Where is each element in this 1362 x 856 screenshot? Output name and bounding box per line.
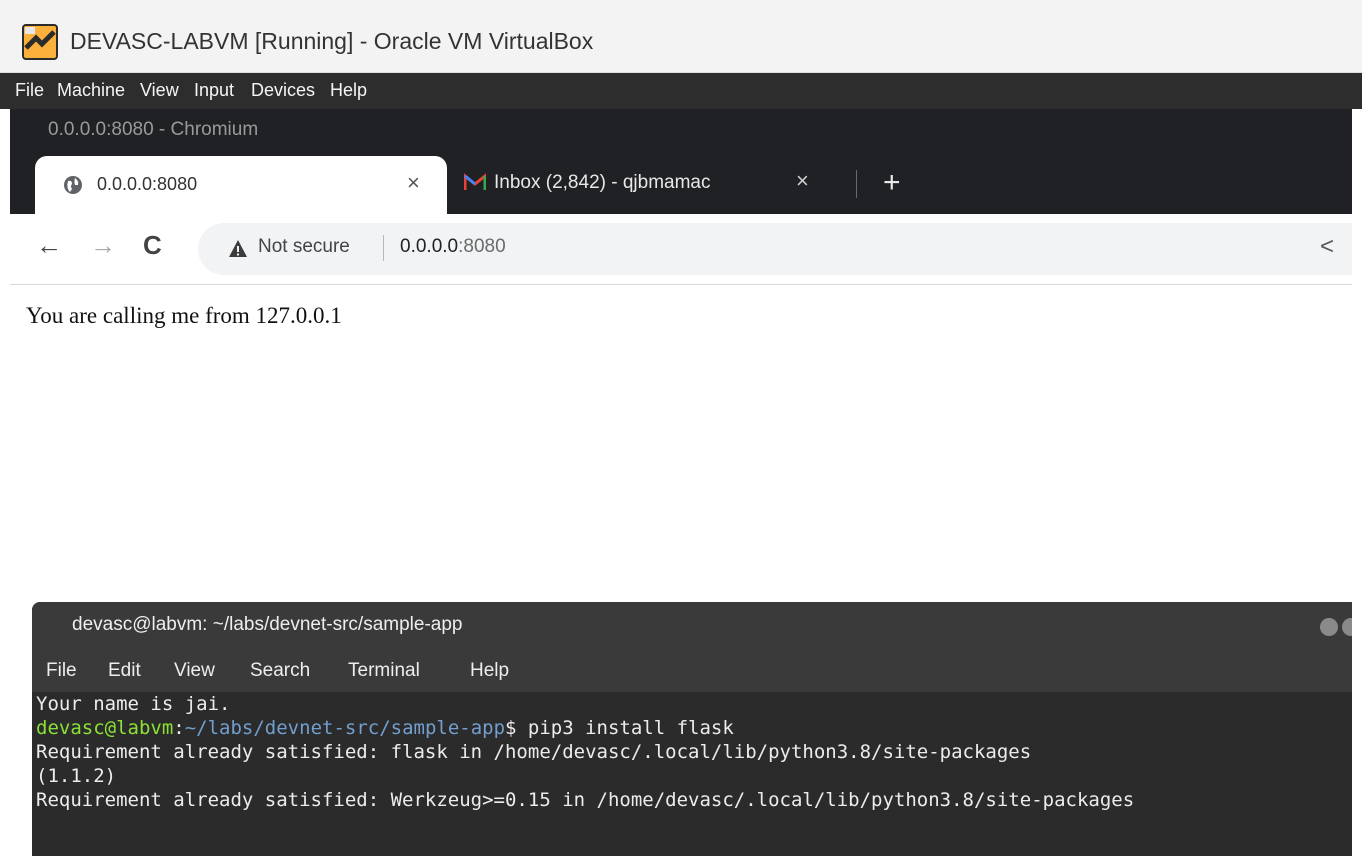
menu-devices[interactable]: Devices [251, 80, 315, 101]
terminal-line: (1.1.2) [36, 765, 117, 787]
virtualbox-title-bar: DEVASC-LABVM [Running] - Oracle VM Virtu… [0, 0, 1362, 73]
guest-display: 0.0.0.0:8080 - Chromium 0.0.0.0:8080 × I… [0, 109, 1352, 856]
terminal-menu-search[interactable]: Search [250, 660, 310, 682]
tab-close-button[interactable]: × [407, 170, 420, 196]
url-separator [383, 235, 384, 261]
virtualbox-icon [22, 24, 58, 60]
url-port: :8080 [458, 236, 506, 257]
tab-label: 0.0.0.0:8080 [97, 174, 198, 194]
terminal-title-bar[interactable]: devasc@labvm: ~/labs/devnet-src/sample-a… [32, 602, 1352, 650]
terminal-menu-help[interactable]: Help [470, 660, 509, 682]
tab-close-button[interactable]: × [796, 168, 809, 194]
chromium-window-title: 0.0.0.0:8080 - Chromium [48, 119, 259, 140]
prompt-user: devasc@labvm [36, 717, 174, 739]
terminal-output[interactable]: Your name is jai. devasc@labvm:~/labs/dev… [36, 692, 1352, 856]
url-host: 0.0.0.0 [400, 236, 459, 257]
maximize-button[interactable] [1342, 618, 1352, 636]
tab-label: Inbox (2,842) - qjbmamac [494, 172, 711, 193]
share-icon[interactable]: < [1320, 233, 1334, 261]
terminal-line: Your name is jai. [36, 693, 231, 715]
chromium-tab-strip: 0.0.0.0:8080 - Chromium 0.0.0.0:8080 × I… [10, 109, 1352, 214]
forward-button[interactable]: → [90, 230, 116, 261]
terminal-menu-terminal[interactable]: Terminal [348, 660, 420, 682]
page-body-text: You are calling me from 127.0.0.1 [26, 303, 342, 328]
globe-icon [64, 176, 82, 194]
prompt-colon: : [173, 717, 185, 739]
menu-file[interactable]: File [15, 80, 44, 101]
terminal-title: devasc@labvm: ~/labs/devnet-src/sample-a… [72, 614, 463, 635]
tab-separator [856, 170, 857, 198]
not-secure-label[interactable]: Not secure [258, 236, 350, 258]
terminal-menu-file[interactable]: File [46, 660, 77, 682]
url-text[interactable]: 0.0.0.0:8080 [400, 236, 506, 258]
prompt-path: ~/labs/devnet-src/sample-app [184, 717, 506, 739]
tab-gmail-inbox[interactable]: Inbox (2,842) - qjbmamac × + [460, 166, 901, 204]
virtualbox-menu-bar: File Machine View Input Devices Help [0, 73, 1362, 109]
terminal-menu-view[interactable]: View [174, 660, 215, 682]
prompt-command: $ pip3 install flask [505, 717, 734, 739]
menu-help[interactable]: Help [330, 80, 367, 101]
menu-input[interactable]: Input [194, 80, 234, 101]
warning-icon[interactable] [228, 239, 248, 259]
terminal-menu-bar: File Edit View Search Terminal Help [32, 650, 1352, 692]
terminal-line: Requirement already satisfied: Werkzeug>… [36, 789, 1135, 811]
menu-machine[interactable]: Machine [57, 80, 125, 101]
minimize-button[interactable] [1320, 618, 1338, 636]
terminal-menu-edit[interactable]: Edit [108, 660, 141, 682]
window-title: DEVASC-LABVM [Running] - Oracle VM Virtu… [70, 28, 594, 54]
new-tab-button[interactable]: + [883, 166, 901, 200]
terminal-window[interactable]: devasc@labvm: ~/labs/devnet-src/sample-a… [32, 602, 1352, 856]
terminal-prompt-line: devasc@labvm:~/labs/devnet-src/sample-ap… [36, 716, 1352, 740]
back-button[interactable]: ← [36, 230, 62, 261]
menu-view[interactable]: View [140, 80, 179, 101]
gmail-icon [464, 173, 486, 190]
terminal-line: Requirement already satisfied: flask in … [36, 741, 1032, 763]
address-bar[interactable]: Not secure 0.0.0.0:8080 < [198, 223, 1352, 275]
reload-button[interactable]: C [143, 230, 162, 261]
tab-localhost[interactable]: 0.0.0.0:8080 × [35, 156, 447, 214]
browser-toolbar: ← → C Not secure 0.0.0.0:8080 < [10, 214, 1352, 285]
